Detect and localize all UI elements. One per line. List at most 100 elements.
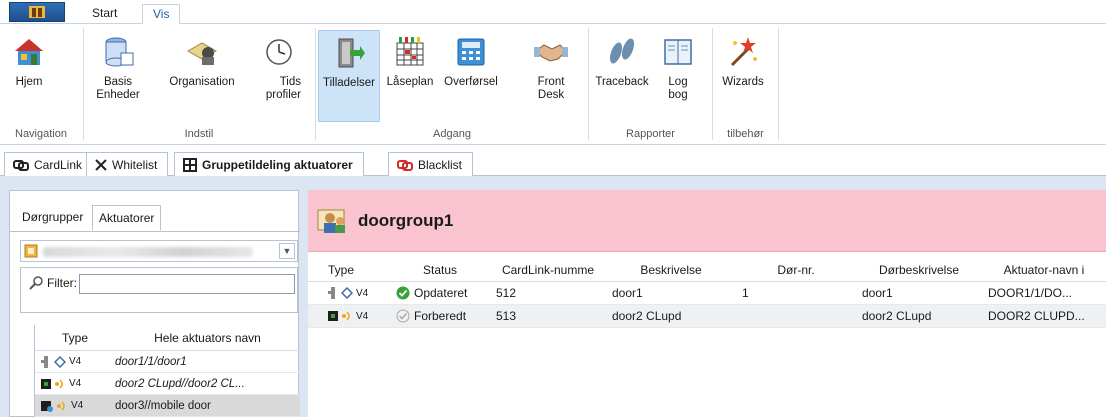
row-version: V4	[356, 310, 369, 322]
row-type: V4	[308, 287, 390, 299]
actuator-type: V4	[35, 400, 115, 412]
row-door-description: door2 CLupd	[862, 309, 932, 323]
door-group-header: doorgroup1	[308, 190, 1106, 252]
group-icon	[183, 158, 197, 172]
workspace: Dørgrupper Aktuatorer ▼ Filter: Type Hel…	[0, 176, 1106, 417]
door-group-name: doorgroup1	[358, 210, 454, 230]
actuator-list: Type Hele aktuators navn V4 door1/1/door…	[34, 325, 300, 417]
lock-plan-icon	[392, 34, 428, 70]
row-description: door1	[612, 286, 643, 300]
tab-divider	[10, 231, 300, 232]
basis-enheder-label: Basis Enheder	[96, 76, 140, 101]
actuator-type: V4	[35, 355, 115, 368]
row-cardlink: 513	[496, 309, 517, 323]
filter-input[interactable]	[79, 274, 295, 294]
actuator-row-selected[interactable]: V4 door3//mobile door	[35, 395, 300, 417]
actuator-assignment-table: Type Status CardLink-numme Beskrivelse D…	[308, 258, 1106, 328]
traceback-button[interactable]: Traceback	[592, 30, 652, 122]
group-label-rapporter: Rapporter	[626, 128, 675, 140]
ribbon-panel: Hjem Basis Enheder Organisation Tids pro…	[0, 24, 1106, 145]
organisation-label: Organisation	[169, 76, 235, 88]
row-status-text: Forberedt	[414, 309, 467, 323]
home-button[interactable]: Hjem	[6, 30, 52, 122]
filter-label-group: Filter:	[29, 276, 77, 290]
organisation-icon	[184, 34, 220, 70]
log-bog-button[interactable]: Log bog	[656, 30, 700, 122]
actuator-row[interactable]: V4 door2 CLupd//door2 CL...	[35, 373, 300, 395]
wall-reader-icon	[328, 287, 335, 299]
ribbon-tab-bar: Start Vis	[0, 0, 1106, 25]
wizard-icon	[725, 34, 761, 70]
tilladelser-label: Tilladelser	[323, 77, 375, 89]
actuator-type: V4	[35, 378, 115, 390]
footprints-icon	[604, 34, 640, 70]
table-row[interactable]: V4 Opdateret 512 door1 1 door1 DOOR1/1/D…	[308, 282, 1106, 305]
log-bog-label: Log bog	[668, 76, 688, 101]
tab-start[interactable]: Start	[82, 4, 127, 24]
site-icon	[24, 244, 38, 258]
column-header-cardlink[interactable]: CardLink-numme	[490, 263, 606, 277]
group-label-tilbehoer: tilbehør	[727, 128, 764, 140]
tab-aktuatorer[interactable]: Aktuatorer	[92, 205, 162, 231]
column-header-status[interactable]: Status	[390, 263, 490, 277]
chevron-down-icon[interactable]: ▼	[279, 243, 295, 259]
door-permission-icon	[331, 35, 367, 71]
transfer-icon	[453, 34, 489, 70]
tab-vis[interactable]: Vis	[142, 4, 181, 25]
organisation-button[interactable]: Organisation	[160, 30, 244, 122]
link-icon	[13, 159, 29, 171]
doc-tab-whitelist[interactable]: Whitelist	[86, 152, 169, 176]
site-combobox[interactable]: ▼	[20, 240, 298, 262]
column-header-full-name[interactable]: Hele aktuators navn	[115, 331, 300, 345]
application-menu-button[interactable]	[9, 2, 65, 22]
actuator-row[interactable]: V4 door1/1/door1	[35, 351, 300, 373]
doc-tab-label: Gruppetildeling aktuatorer	[202, 158, 353, 172]
online-reader-icon	[328, 311, 338, 321]
basis-enheder-button[interactable]: Basis Enheder	[90, 30, 146, 122]
actuator-version: V4	[69, 356, 82, 367]
link-red-icon	[397, 159, 413, 171]
wizards-button[interactable]: Wizards	[718, 30, 768, 122]
overfoersel-button[interactable]: Overførsel	[438, 30, 504, 122]
doc-tab-label: CardLink	[34, 157, 83, 172]
tids-profiler-button[interactable]: Tids profiler	[252, 30, 306, 122]
column-header-actuator-name[interactable]: Aktuator-navn i	[982, 263, 1106, 277]
doc-tab-gruppetildeling[interactable]: Gruppetildeling aktuatorer	[174, 152, 364, 177]
group-separator	[315, 28, 316, 140]
front-desk-label: Front Desk	[537, 76, 565, 101]
column-header-type[interactable]: Type	[308, 263, 390, 277]
group-separator	[778, 28, 779, 140]
table-row[interactable]: V4 Forberedt 513 door2 CLupd door2 CLupd…	[308, 305, 1106, 328]
column-header-description[interactable]: Beskrivelse	[606, 263, 736, 277]
home-label: Hjem	[15, 76, 43, 88]
laaseplan-button[interactable]: Låseplan	[382, 30, 438, 122]
tab-doergrupper[interactable]: Dørgrupper	[16, 205, 89, 231]
doc-tab-blacklist[interactable]: Blacklist	[388, 152, 474, 176]
filter-label: Filter:	[47, 276, 77, 290]
check-circle-gray-icon	[396, 309, 410, 323]
laaseplan-label: Låseplan	[386, 76, 434, 88]
row-status-text: Opdateret	[414, 286, 468, 300]
redacted-site-name	[43, 247, 253, 257]
search-icon	[29, 276, 43, 290]
lock-diamond-icon	[54, 355, 66, 368]
column-header-door-description[interactable]: Dørbeskrivelse	[856, 263, 982, 277]
lock-diamond-icon	[341, 287, 353, 299]
doc-tab-cardlink[interactable]: CardLink	[4, 152, 94, 176]
tids-profiler-label: Tids profiler	[265, 76, 301, 101]
column-header-type[interactable]: Type	[35, 331, 115, 345]
front-desk-button[interactable]: Front Desk	[530, 30, 572, 122]
actuator-list-header: Type Hele aktuators navn	[35, 325, 300, 351]
table-header: Type Status CardLink-numme Beskrivelse D…	[308, 258, 1106, 282]
tilladelser-button[interactable]: Tilladelser	[318, 30, 380, 122]
row-status: Opdateret	[390, 286, 490, 300]
group-separator	[588, 28, 589, 140]
x-icon	[95, 158, 107, 171]
filter-box: Filter:	[20, 267, 298, 313]
left-panel: Dørgrupper Aktuatorer ▼ Filter: Type Hel…	[9, 190, 300, 417]
group-label-indstil: Indstil	[184, 128, 214, 140]
wireless-icon	[342, 311, 350, 321]
group-label-adgang: Adgang	[433, 128, 471, 140]
column-header-door-no[interactable]: Dør-nr.	[736, 263, 856, 277]
logbook-icon	[660, 34, 696, 70]
